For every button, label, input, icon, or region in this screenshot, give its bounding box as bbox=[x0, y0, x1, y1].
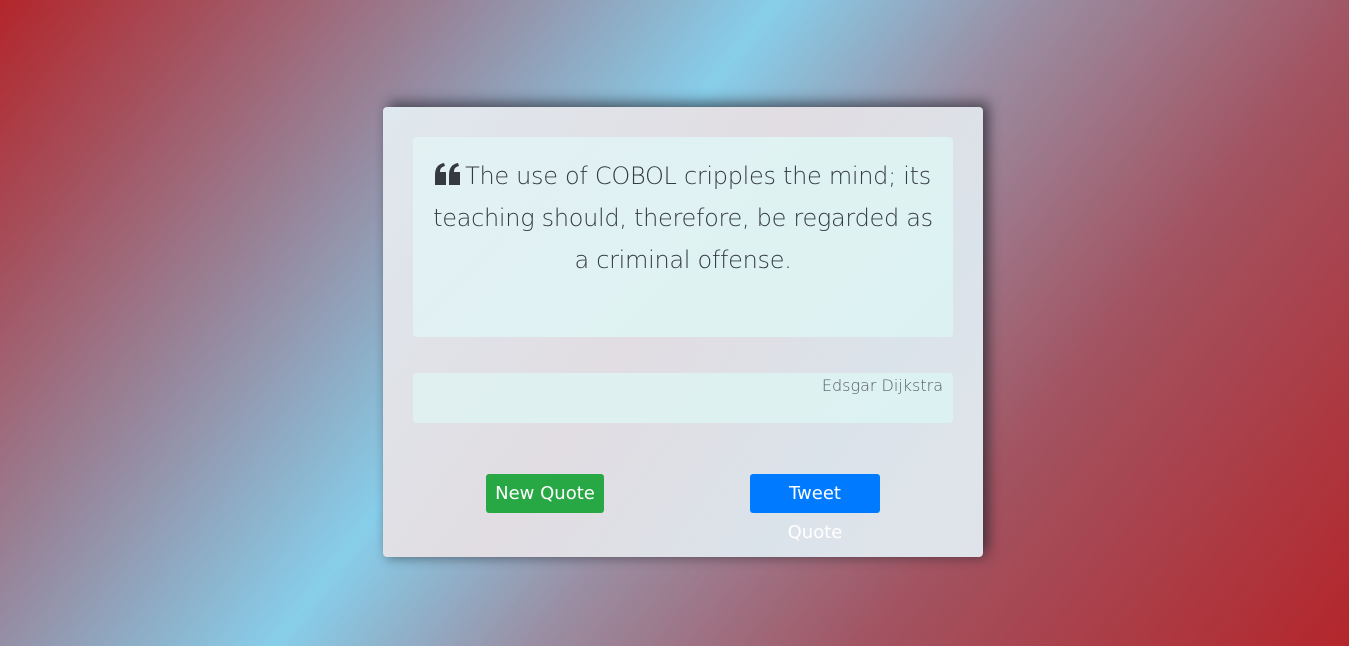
quote-text: The use of COBOL cripples the mind; its … bbox=[433, 162, 933, 274]
new-quote-button[interactable]: New Quote bbox=[486, 474, 604, 513]
quote-author: Edsgar Dijkstra bbox=[821, 376, 943, 395]
quote-card: The use of COBOL cripples the mind; its … bbox=[383, 107, 983, 557]
quote-left-icon bbox=[435, 163, 461, 185]
tweet-quote-button[interactable]: Tweet Quote bbox=[750, 474, 880, 543]
author-box: Edsgar Dijkstra bbox=[413, 373, 953, 423]
quote-box: The use of COBOL cripples the mind; its … bbox=[413, 137, 953, 337]
quote-paragraph: The use of COBOL cripples the mind; its … bbox=[433, 155, 933, 281]
